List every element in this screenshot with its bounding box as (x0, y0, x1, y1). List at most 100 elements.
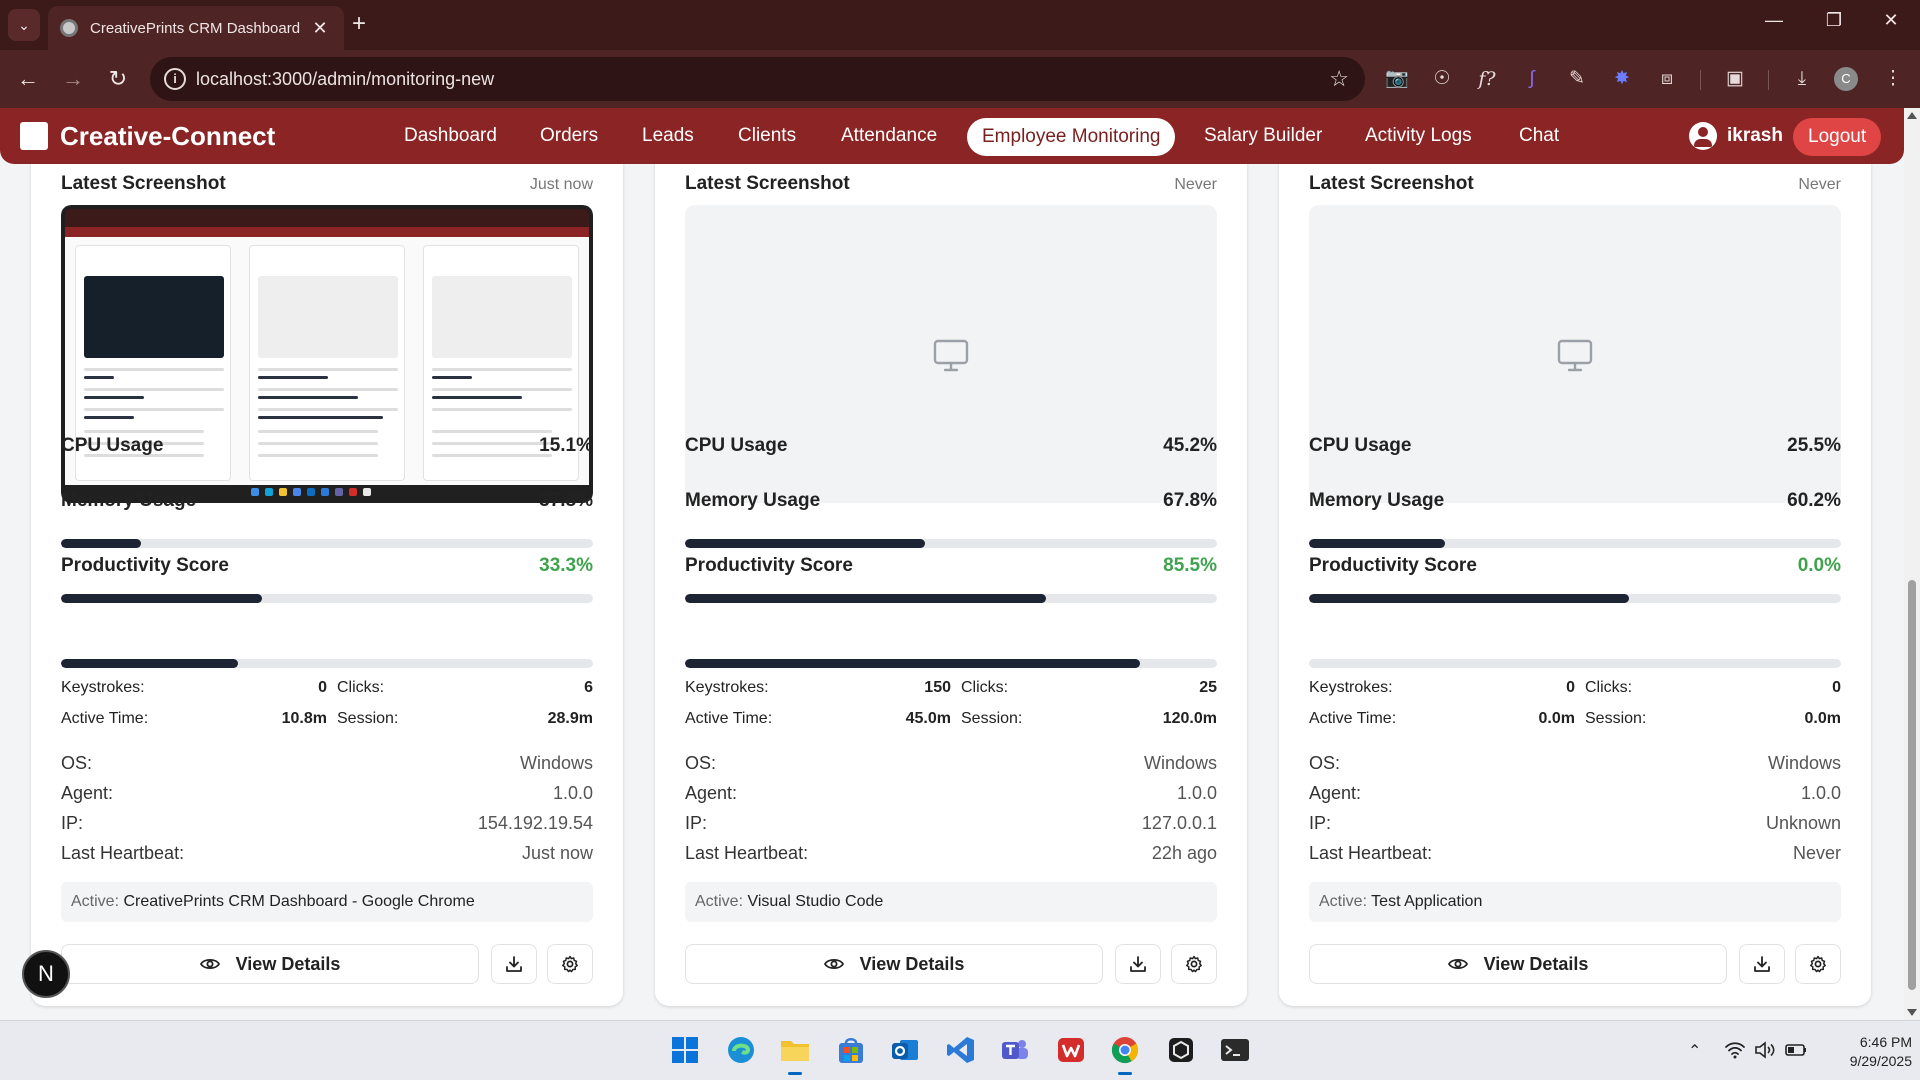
site-info-icon[interactable]: i (164, 68, 186, 90)
forward-icon[interactable]: → (59, 65, 87, 93)
battery-icon[interactable] (1784, 1041, 1808, 1064)
restore-icon[interactable]: ❐ (1819, 10, 1849, 31)
download-screenshot-button[interactable] (1739, 944, 1785, 984)
app-cube-icon[interactable] (1164, 1033, 1198, 1067)
page-scrollbar[interactable] (1904, 108, 1920, 1020)
compass-icon[interactable]: ☉ (1429, 66, 1455, 92)
volume-icon[interactable] (1754, 1041, 1776, 1064)
memory-bar (1309, 594, 1841, 603)
keystrokes-value: 150 (924, 679, 951, 696)
session-value: 0.0m (1804, 710, 1841, 727)
new-tab-icon[interactable]: + (352, 12, 366, 36)
nav-chat[interactable]: Chat (1519, 125, 1559, 147)
nav-salary-builder[interactable]: Salary Builder (1204, 125, 1322, 147)
browser-tab[interactable]: CreativePrints CRM Dashboard ✕ (48, 6, 344, 50)
camera-icon[interactable]: 📷 (1384, 66, 1410, 92)
os-label: OS: (1309, 753, 1341, 773)
logout-button[interactable]: Logout (1793, 118, 1882, 156)
agent-settings-button[interactable] (1795, 944, 1841, 984)
settings-ext-icon[interactable]: ✸ (1609, 66, 1635, 92)
download-icon[interactable]: ⤓ (1789, 66, 1815, 92)
view-details-button[interactable]: View Details (61, 944, 479, 984)
wifi-icon[interactable] (1724, 1041, 1746, 1064)
cpu-bar-fill (685, 539, 926, 548)
screenshot-icon[interactable]: ▣ (1722, 66, 1748, 92)
latest-screenshot-title: Latest Screenshot (1309, 173, 1474, 194)
chrome-icon[interactable] (1108, 1033, 1142, 1075)
nav-dashboard[interactable]: Dashboard (404, 125, 497, 147)
clock-date: 9/29/2025 (1849, 1053, 1912, 1069)
download-screenshot-button[interactable] (491, 944, 537, 984)
more-menu-icon[interactable]: ⋮ (1880, 66, 1906, 92)
agent-value: 1.0.0 (552, 783, 593, 803)
puzzle-icon[interactable]: ⧈ (1654, 66, 1680, 92)
nav-employee-monitoring[interactable]: Employee Monitoring (967, 118, 1176, 156)
screenshot-placeholder (685, 205, 1217, 503)
view-details-button[interactable]: View Details (685, 944, 1103, 984)
scroll-down-arrow-icon[interactable] (1907, 1009, 1917, 1016)
nav-orders[interactable]: Orders (540, 125, 598, 147)
tab-favicon-icon (60, 19, 78, 37)
memory-bar (685, 594, 1217, 603)
active-time-value: 10.8m (281, 710, 327, 727)
screenshot-thumbnail[interactable] (61, 205, 593, 503)
fx-icon[interactable]: f? (1474, 66, 1500, 92)
reload-icon[interactable]: ↻ (104, 65, 132, 93)
session-label: Session: (1585, 710, 1647, 727)
agent-settings-button[interactable] (547, 944, 593, 984)
view-details-label: View Details (235, 953, 341, 974)
stylus-icon[interactable]: ∫ (1519, 66, 1545, 92)
bookmark-star-icon[interactable]: ☆ (1329, 66, 1349, 92)
profile-avatar[interactable]: C (1834, 67, 1858, 91)
minimize-icon[interactable]: — (1759, 10, 1789, 31)
teams-icon[interactable] (998, 1033, 1032, 1067)
wps-office-icon[interactable] (1054, 1033, 1088, 1067)
vscode-icon[interactable] (944, 1033, 978, 1067)
eyedropper-icon[interactable]: ✎ (1564, 66, 1590, 92)
nav-leads[interactable]: Leads (642, 125, 694, 147)
scroll-up-arrow-icon[interactable] (1907, 112, 1917, 119)
memory-value: 60.2% (1787, 490, 1841, 511)
ip-label: IP: (61, 813, 84, 833)
system-clock[interactable]: 6:46 PM 9/29/2025 (1812, 1033, 1912, 1071)
agent-value: 1.0.0 (1800, 783, 1841, 803)
floating-action-button[interactable]: N (22, 950, 70, 998)
nav-attendance[interactable]: Attendance (841, 125, 937, 147)
edge-icon[interactable] (724, 1033, 758, 1067)
address-bar[interactable]: i localhost:3000/admin/monitoring-new ☆ (150, 57, 1365, 101)
cpu-bar (685, 539, 1217, 548)
download-screenshot-button[interactable] (1115, 944, 1161, 984)
memory-value: 67.8% (1163, 490, 1217, 511)
windows-start-icon[interactable] (668, 1033, 702, 1067)
heartbeat-label: Last Heartbeat: (685, 843, 809, 863)
tab-close-icon[interactable]: ✕ (308, 18, 332, 39)
scroll-thumb[interactable] (1908, 580, 1916, 990)
clicks-value: 25 (1199, 679, 1217, 696)
user-avatar-icon (1689, 122, 1717, 150)
outlook-icon[interactable] (888, 1033, 922, 1067)
employee-card: Latest Screenshot Never CPU Usage 45.2% … (655, 164, 1247, 1006)
productivity-bar-fill (685, 659, 1140, 668)
brand-name[interactable]: Creative-Connect (60, 121, 275, 152)
download-icon (506, 956, 522, 972)
cpu-label: CPU Usage (685, 435, 788, 456)
agent-value: 1.0.0 (1176, 783, 1217, 803)
tray-chevron-icon[interactable]: ⌃ (1688, 1041, 1701, 1061)
store-icon[interactable] (834, 1033, 868, 1067)
productivity-value: 0.0% (1797, 555, 1841, 576)
active-app-name: Test Application (1371, 893, 1483, 910)
window-close-icon[interactable]: ✕ (1876, 10, 1906, 31)
nav-activity-logs[interactable]: Activity Logs (1365, 125, 1472, 147)
screenshot-time: Never (1174, 176, 1217, 193)
terminal-icon[interactable] (1218, 1033, 1252, 1067)
back-icon[interactable]: ← (14, 65, 42, 93)
tab-search-chevron-icon[interactable]: ⌄ (8, 9, 40, 41)
nav-clients[interactable]: Clients (738, 125, 796, 147)
agent-settings-button[interactable] (1171, 944, 1217, 984)
keystrokes-label: Keystrokes: (1309, 679, 1393, 696)
active-prefix: Active: (71, 893, 120, 910)
agent-label: Agent: (685, 783, 738, 803)
view-details-button[interactable]: View Details (1309, 944, 1727, 984)
productivity-bar (61, 659, 593, 668)
file-explorer-icon[interactable] (778, 1033, 812, 1075)
